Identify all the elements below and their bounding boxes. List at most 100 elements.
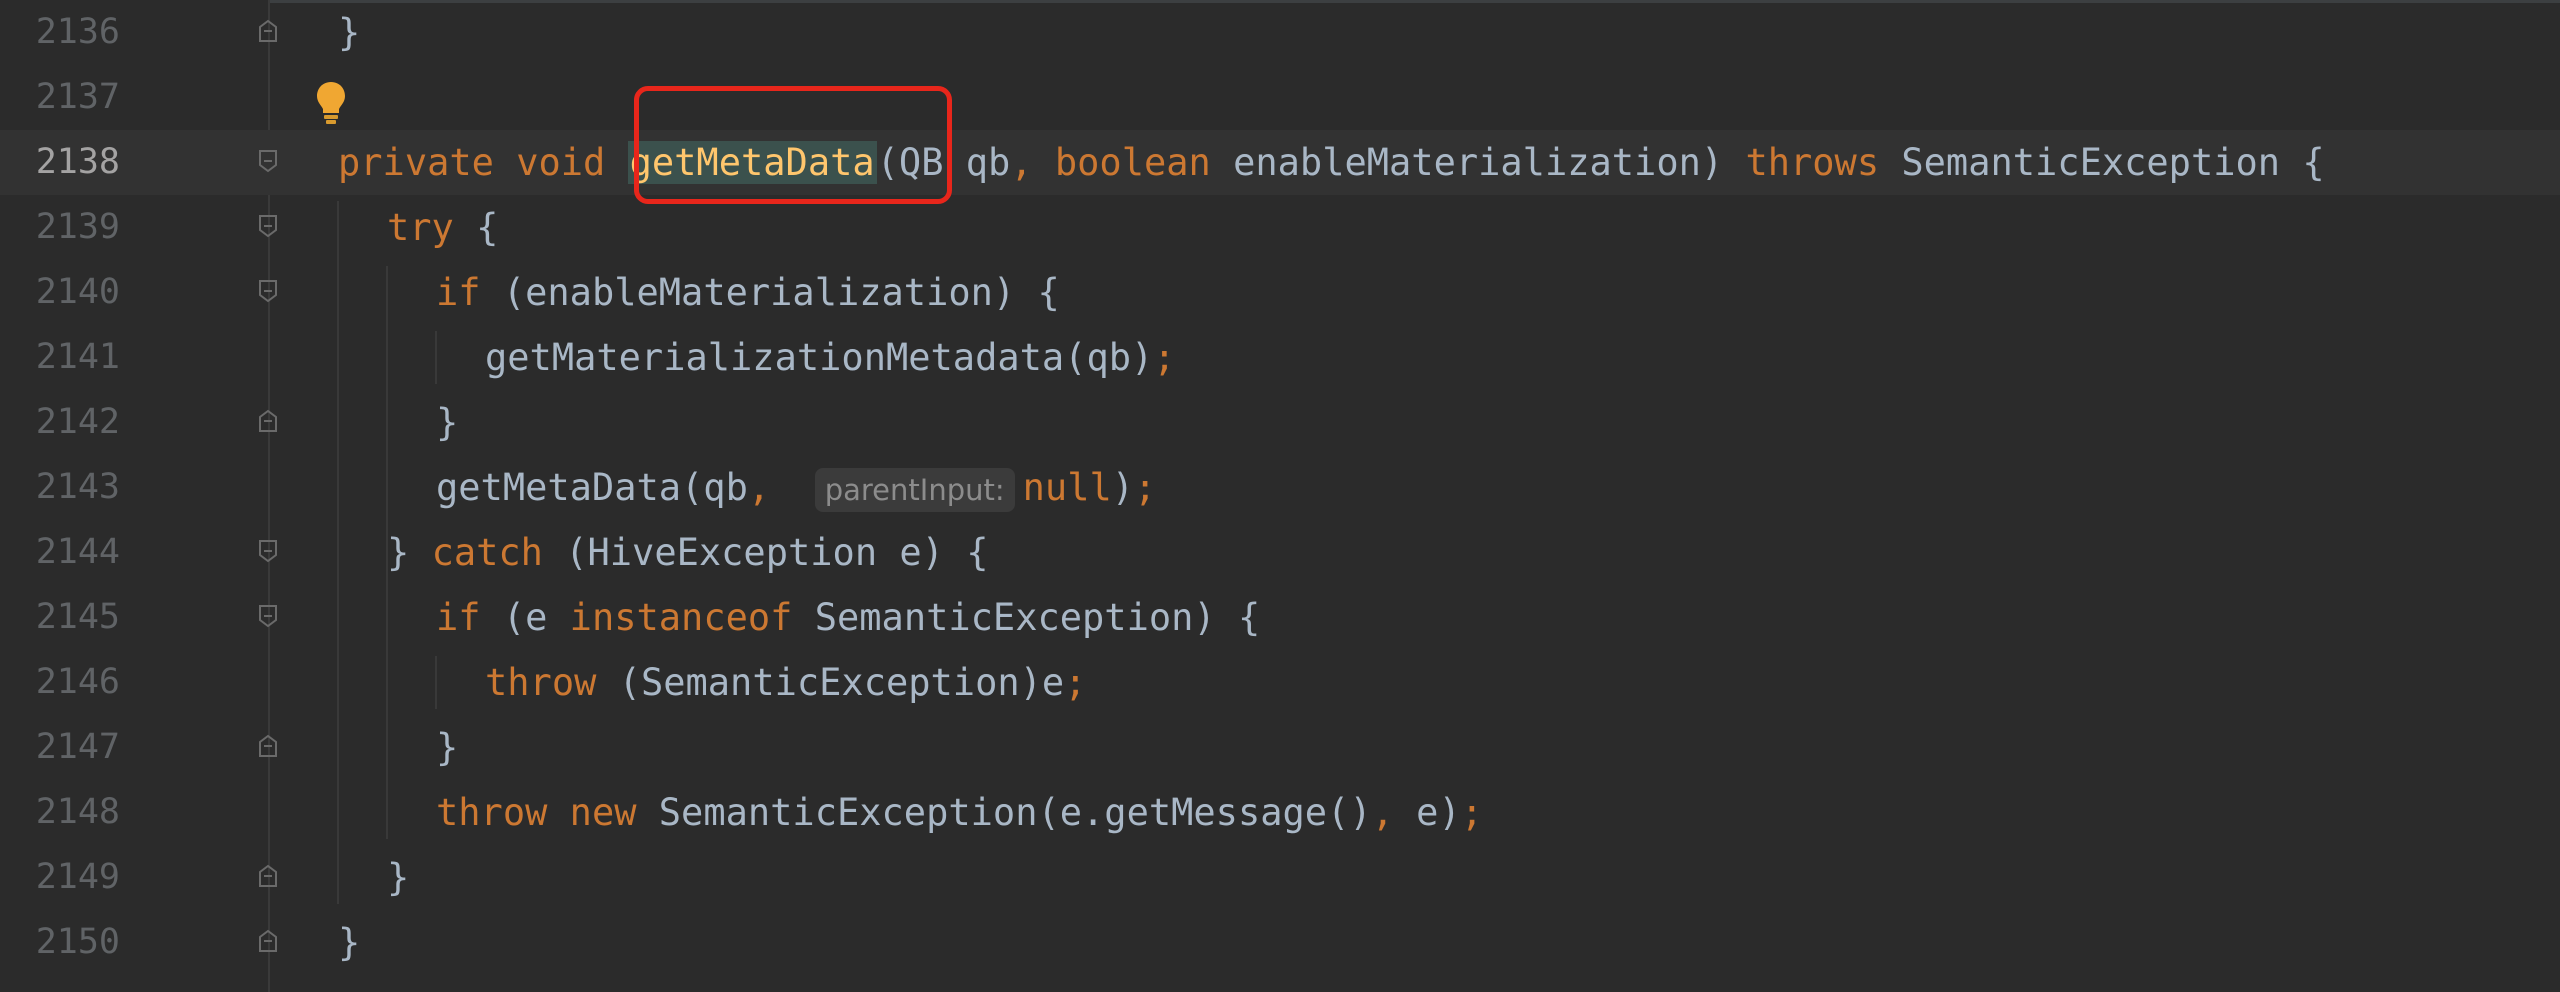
line-number[interactable]: 2138 (0, 130, 120, 195)
line-number[interactable]: 2149 (0, 845, 120, 910)
code-token: boolean (1054, 141, 1211, 184)
line-number[interactable]: 2141 (0, 325, 120, 390)
code-token: (HiveException e) { (542, 531, 989, 574)
code-line[interactable]: 2139 try { (0, 195, 2560, 260)
code-token: throws (1745, 141, 1880, 184)
parameter-hint: parentInput: (814, 467, 1015, 512)
code-token: ; (1064, 661, 1087, 704)
code-token: instanceof (569, 596, 793, 639)
code-token: { (453, 206, 499, 249)
code-token: ; (1153, 336, 1176, 379)
code-text[interactable]: } (387, 845, 409, 910)
fold-marker-icon[interactable] (258, 864, 278, 888)
code-token: null (1022, 466, 1112, 509)
code-text[interactable]: } (436, 715, 458, 780)
line-number[interactable]: 2142 (0, 390, 120, 455)
code-text[interactable]: } (338, 910, 360, 975)
code-token: throw (485, 661, 597, 704)
code-text[interactable]: getMaterializationMetadata(qb); (485, 325, 1176, 390)
code-line[interactable]: 2146 throw (SemanticException)e; (0, 650, 2560, 715)
code-token: catch (431, 531, 543, 574)
line-number[interactable]: 2148 (0, 780, 120, 845)
line-number[interactable]: 2137 (0, 65, 120, 130)
code-line[interactable]: 2147} (0, 715, 2560, 780)
code-line[interactable]: 2145 if (e instanceof SemanticException) … (0, 585, 2560, 650)
code-token: ) (1111, 466, 1135, 509)
code-token: ; (1460, 791, 1483, 834)
fold-marker-icon[interactable] (258, 409, 278, 433)
code-token: enableMaterialization) (1210, 141, 1746, 184)
code-line[interactable]: 2149} (0, 845, 2560, 910)
code-text[interactable]: if (e instanceof SemanticException) { (436, 585, 1260, 650)
line-number[interactable]: 2136 (0, 0, 120, 65)
fold-marker-icon[interactable] (258, 604, 278, 628)
indent-guide (435, 331, 437, 384)
code-token: , (747, 466, 771, 509)
code-token: } (436, 401, 459, 444)
code-token: if (436, 271, 481, 314)
code-token: } (387, 531, 432, 574)
code-line[interactable]: 2144} catch (HiveException e) { (0, 520, 2560, 585)
code-text[interactable]: throw (SemanticException)e; (485, 650, 1086, 715)
code-token: SemanticException) { (792, 596, 1261, 639)
line-number[interactable]: 2147 (0, 715, 120, 780)
code-token: } (436, 726, 459, 769)
code-line[interactable]: 2150} (0, 910, 2560, 975)
code-token: new (569, 791, 637, 834)
annotation-highlight-box (634, 86, 952, 204)
fold-marker-icon[interactable] (258, 734, 278, 758)
code-token: if (436, 596, 481, 639)
code-token: } (338, 11, 361, 54)
code-line[interactable]: 2141 getMaterializationMetadata(qb); (0, 325, 2560, 390)
code-token: e) (1393, 791, 1461, 834)
fold-marker-icon[interactable] (258, 539, 278, 563)
code-line[interactable]: 2136} (0, 0, 2560, 65)
fold-marker-icon[interactable] (258, 149, 278, 173)
code-line[interactable]: 2148 throw new SemanticException(e.getMes… (0, 780, 2560, 845)
code-text[interactable]: } (436, 390, 458, 455)
code-token: try (387, 206, 454, 249)
indent-guide (386, 266, 388, 839)
code-line[interactable]: 2138 private void getMetaData(QB qb, bool… (0, 130, 2560, 195)
line-number[interactable]: 2150 (0, 910, 120, 975)
code-line[interactable]: 2140 if (enableMaterialization) { (0, 260, 2560, 325)
code-line[interactable]: 2137 (0, 65, 2560, 130)
code-token: private (338, 141, 494, 184)
code-text[interactable]: } (338, 0, 360, 65)
code-line[interactable]: 2142} (0, 390, 2560, 455)
code-token: void (516, 141, 606, 184)
line-number[interactable]: 2143 (0, 455, 120, 520)
lightbulb-icon[interactable] (314, 80, 348, 126)
fold-marker-icon[interactable] (258, 19, 278, 43)
fold-marker-icon[interactable] (258, 929, 278, 953)
indent-guide (435, 656, 437, 709)
code-text[interactable]: } catch (HiveException e) { (387, 520, 988, 585)
line-number[interactable]: 2140 (0, 260, 120, 325)
line-number[interactable]: 2146 (0, 650, 120, 715)
code-token: } (338, 921, 361, 964)
code-token: getMaterializationMetadata(qb) (485, 336, 1154, 379)
line-number[interactable]: 2145 (0, 585, 120, 650)
fold-marker-icon[interactable] (258, 214, 278, 238)
line-number[interactable]: 2144 (0, 520, 120, 585)
code-token: (e (480, 596, 570, 639)
code-text[interactable]: if (enableMaterialization) { (436, 260, 1060, 325)
code-token: getMetaData(qb (436, 466, 748, 509)
fold-marker-icon[interactable] (258, 279, 278, 303)
code-text[interactable]: getMetaData(qb, parentInput: null); (436, 455, 1156, 520)
code-token: ; (1134, 466, 1157, 509)
code-token: throw (436, 791, 548, 834)
code-text[interactable]: throw new SemanticException(e.getMessage… (436, 780, 1483, 845)
code-line[interactable]: 2143 getMetaData(qb, parentInput: null); (0, 455, 2560, 520)
code-token: SemanticException(e.getMessage() (636, 791, 1372, 834)
code-token: } (387, 856, 410, 899)
line-number[interactable]: 2139 (0, 195, 120, 260)
code-text[interactable]: try { (387, 195, 498, 260)
code-token: , (1371, 791, 1394, 834)
code-editor[interactable]: 2136} 2137 2138 private void getMetaData(QB… (0, 0, 2560, 992)
code-token: SemanticException { (1879, 141, 2325, 184)
